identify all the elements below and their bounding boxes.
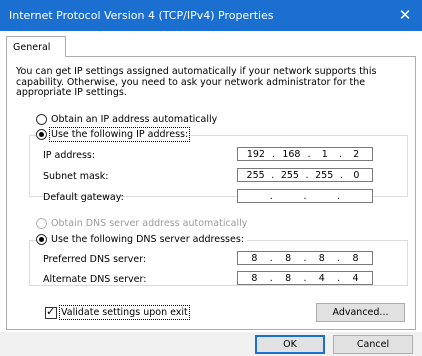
ip-dot: . xyxy=(337,272,341,284)
ip-dot: . xyxy=(269,252,273,264)
pref-dns-octet-3: 8 xyxy=(318,252,325,264)
mask-octet-3: 255 xyxy=(315,169,334,181)
ip-octet-2: 168 xyxy=(282,148,301,160)
alt-dns-octet-1: 8 xyxy=(251,272,258,284)
alt-dns-octet-4: 4 xyxy=(352,272,359,284)
close-icon[interactable]: ✕ xyxy=(388,0,422,31)
tab-general[interactable]: General xyxy=(6,36,66,57)
ip-dot: . xyxy=(269,190,273,202)
ip-dot: . xyxy=(303,190,307,202)
use-following-ip-label: Use the following IP address: xyxy=(48,127,191,142)
advanced-button[interactable]: Advanced... xyxy=(316,303,405,322)
ip-dot: . xyxy=(337,252,341,264)
ip-group-box xyxy=(29,135,408,197)
pref-dns-octet-1: 8 xyxy=(251,252,258,264)
intro-text: You can get IP settings assigned automat… xyxy=(16,66,377,98)
use-following-dns-radio-indicator xyxy=(36,234,47,245)
obtain-ip-auto-radio[interactable]: Obtain an IP address automatically xyxy=(36,114,221,125)
obtain-dns-auto-label: Obtain DNS server address automatically xyxy=(51,218,248,229)
ip-dot: . xyxy=(337,190,341,202)
alternate-dns-input[interactable]: 8. 8. 4. 4 xyxy=(237,271,373,285)
ip-dot: . xyxy=(305,169,309,181)
alt-dns-octet-2: 8 xyxy=(285,272,292,284)
obtain-ip-auto-radio-indicator xyxy=(36,114,47,125)
ip-address-input[interactable]: 192. 168. 1. 2 xyxy=(237,147,373,161)
tab-general-label: General xyxy=(13,42,51,53)
obtain-dns-auto-radio[interactable]: Obtain DNS server address automatically xyxy=(36,218,251,229)
ip-address-label: IP address: xyxy=(43,150,96,161)
mask-octet-2: 255 xyxy=(280,169,299,181)
preferred-dns-label: Preferred DNS server: xyxy=(43,254,147,265)
preferred-dns-input[interactable]: 8. 8. 8. 8 xyxy=(237,251,373,265)
subnet-mask-input[interactable]: 255. 255. 255. 0 xyxy=(237,168,373,182)
validate-settings-label: Validate settings upon exit xyxy=(59,305,190,320)
ip-dot: . xyxy=(272,148,276,160)
title-bar: Internet Protocol Version 4 (TCP/IPv4) P… xyxy=(0,0,422,31)
cancel-button[interactable]: Cancel xyxy=(333,335,413,354)
use-following-ip-radio[interactable]: Use the following IP address: xyxy=(36,127,192,142)
default-gateway-label: Default gateway: xyxy=(43,192,124,203)
window-title: Internet Protocol Version 4 (TCP/IPv4) P… xyxy=(9,9,274,22)
ip-octet-4: 2 xyxy=(353,148,360,160)
mask-octet-4: 0 xyxy=(353,169,360,181)
ip-dot: . xyxy=(307,148,311,160)
ip-dot: . xyxy=(269,272,273,284)
ip-octet-1: 192 xyxy=(246,148,265,160)
ip-dot: . xyxy=(338,148,342,160)
use-following-dns-radio[interactable]: Use the following DNS server addresses: xyxy=(36,234,247,245)
mask-octet-1: 255 xyxy=(246,169,265,181)
ip-dot: . xyxy=(339,169,343,181)
alt-dns-octet-3: 4 xyxy=(318,272,325,284)
ip-dot: . xyxy=(303,252,307,264)
alternate-dns-label: Alternate DNS server: xyxy=(43,274,147,285)
obtain-ip-auto-label: Obtain an IP address automatically xyxy=(51,114,218,125)
subnet-mask-label: Subnet mask: xyxy=(43,171,109,182)
default-gateway-input[interactable]: . . . xyxy=(237,189,373,203)
ok-button[interactable]: OK xyxy=(255,335,325,354)
obtain-dns-auto-radio-indicator xyxy=(36,218,47,229)
ip-dot: . xyxy=(271,169,275,181)
use-following-ip-radio-indicator xyxy=(36,129,47,140)
pref-dns-octet-2: 8 xyxy=(285,252,292,264)
dialog-button-bar: OK Cancel xyxy=(0,332,422,356)
ip-dot: . xyxy=(303,272,307,284)
ip-octet-3: 1 xyxy=(321,148,328,160)
general-panel: You can get IP settings assigned automat… xyxy=(6,56,416,330)
use-following-dns-label: Use the following DNS server addresses: xyxy=(51,234,244,245)
validate-settings-checkbox[interactable] xyxy=(45,305,57,319)
pref-dns-octet-4: 8 xyxy=(352,252,359,264)
